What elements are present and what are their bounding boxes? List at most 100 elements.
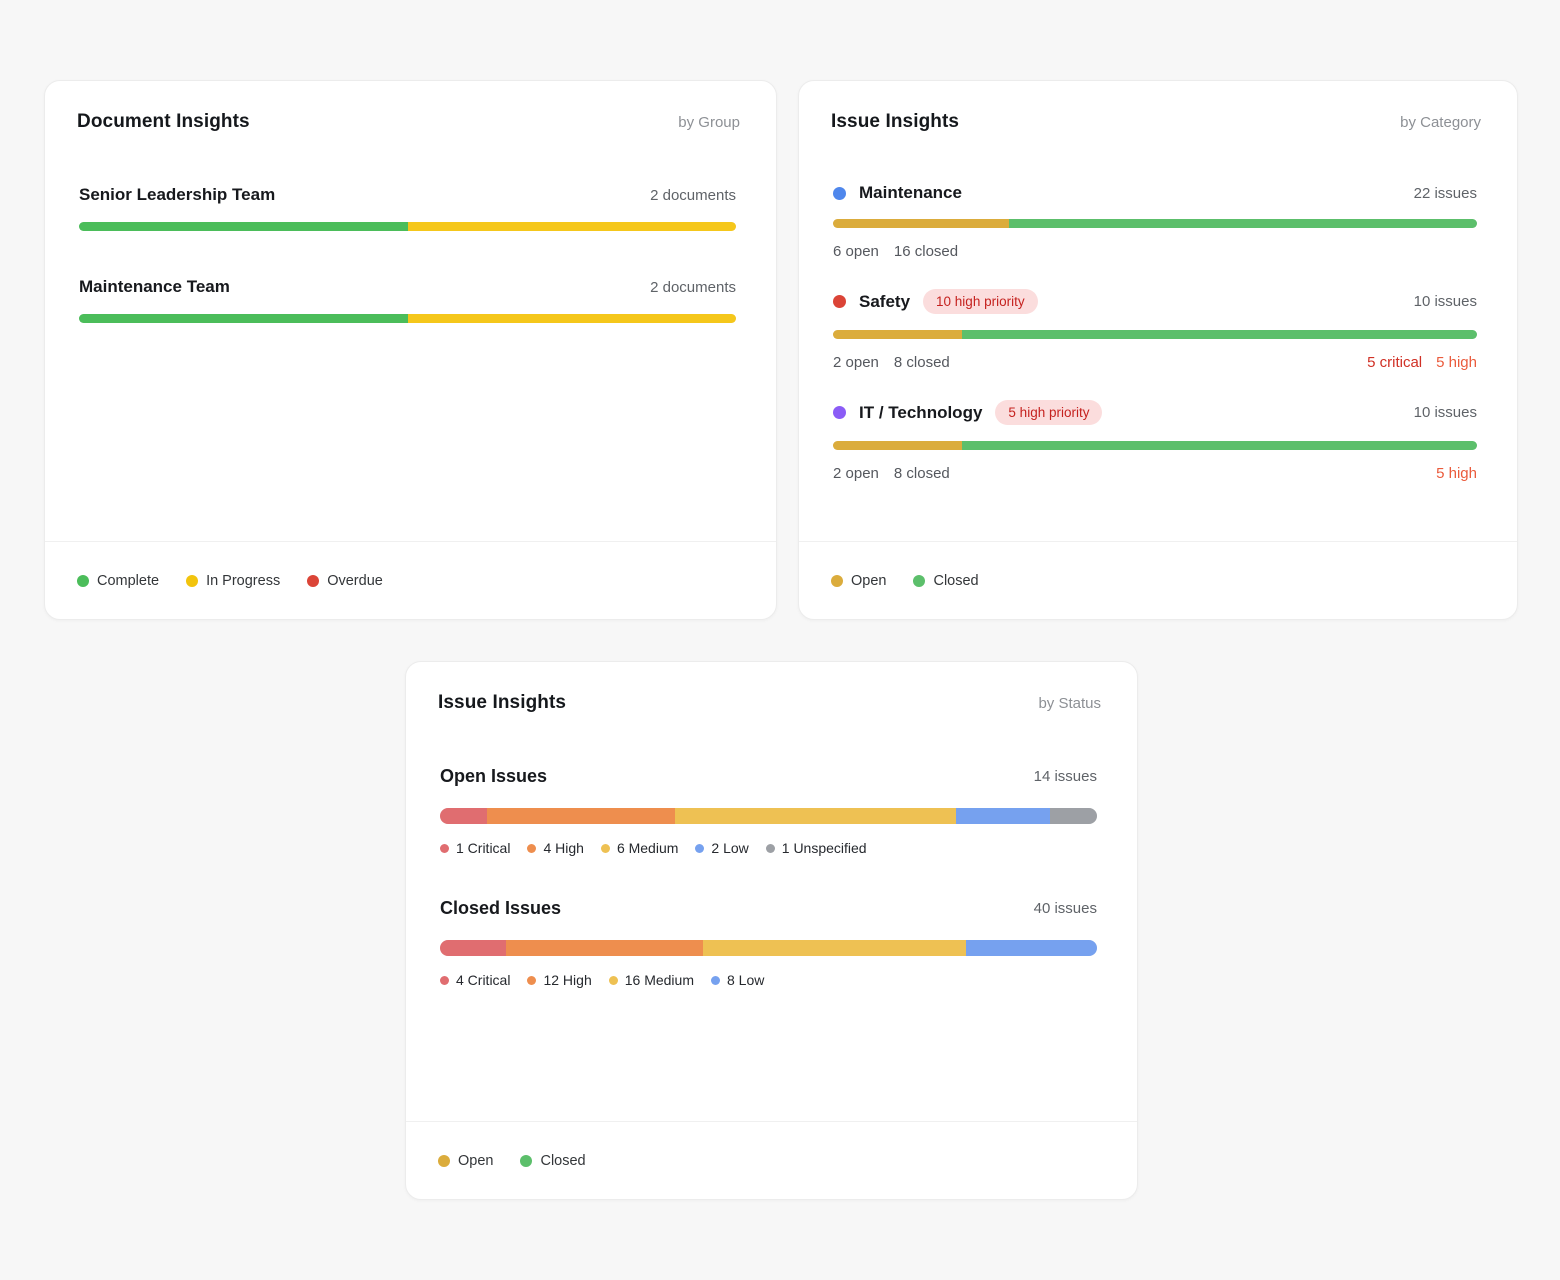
- legend-item-high: 12 High: [527, 972, 591, 988]
- open-closed-bar[interactable]: [833, 441, 1477, 450]
- high-dot-icon: [527, 976, 536, 985]
- legend-item-unspecified: 1 Unspecified: [766, 840, 867, 856]
- legend-label: 6 Medium: [617, 840, 678, 856]
- high-count: 5 high: [1436, 465, 1477, 482]
- card-legend: Open Closed: [799, 541, 1517, 619]
- complete-dot-icon: [77, 575, 89, 587]
- bar-segment: [506, 940, 703, 956]
- bar-segment: [79, 314, 408, 323]
- legend-item-closed: Closed: [913, 573, 978, 589]
- category-name: Maintenance: [859, 183, 962, 203]
- bar-segment: [956, 808, 1050, 824]
- high-dot-icon: [527, 844, 536, 853]
- category-name: IT / Technology: [859, 403, 982, 423]
- closed-dot-icon: [520, 1155, 532, 1167]
- critical-dot-icon: [440, 976, 449, 985]
- bar-segment: [1009, 219, 1477, 228]
- card-body: Open Issues 14 issues 1 Critical 4 High …: [406, 714, 1137, 1121]
- legend-item-complete: Complete: [77, 573, 159, 589]
- open-closed-bar[interactable]: [833, 330, 1477, 339]
- card-title: Issue Insights: [438, 692, 566, 714]
- bar-segment: [440, 808, 487, 824]
- document-status-bar[interactable]: [79, 314, 736, 323]
- group-row-senior-leadership: Senior Leadership Team 2 documents: [79, 185, 736, 231]
- legend-label: 4 Critical: [456, 972, 510, 988]
- legend-label: In Progress: [206, 573, 280, 589]
- bar-segment: [1050, 808, 1097, 824]
- legend-label: 1 Unspecified: [782, 840, 867, 856]
- legend-item-low: 2 Low: [695, 840, 748, 856]
- legend-item-medium: 16 Medium: [609, 972, 694, 988]
- priority-legend: 4 Critical 12 High 16 Medium 8 Low: [440, 972, 1097, 988]
- category-row-it-technology: IT / Technology 5 high priority 10 issue…: [833, 400, 1477, 482]
- legend-item-open: Open: [438, 1153, 493, 1169]
- card-header: Issue Insights by Category: [799, 81, 1517, 133]
- card-body: Maintenance 22 issues 6 open 16 closed S…: [799, 133, 1517, 541]
- legend-item-open: Open: [831, 573, 886, 589]
- low-dot-icon: [695, 844, 704, 853]
- closed-count: 8 closed: [894, 465, 950, 482]
- issue-count: 40 issues: [1034, 900, 1097, 917]
- priority-stacked-bar[interactable]: [440, 808, 1097, 824]
- card-subtitle-by-status: by Status: [1038, 695, 1101, 712]
- card-title: Document Insights: [77, 111, 250, 133]
- group-row-maintenance-team: Maintenance Team 2 documents: [79, 277, 736, 323]
- legend-item-medium: 6 Medium: [601, 840, 678, 856]
- document-count: 2 documents: [650, 187, 736, 204]
- legend-item-closed: Closed: [520, 1153, 585, 1169]
- bar-segment: [408, 222, 737, 231]
- open-closed-bar[interactable]: [833, 219, 1477, 228]
- issue-count: 10 issues: [1414, 293, 1477, 310]
- legend-item-in-progress: In Progress: [186, 573, 280, 589]
- priority-legend: 1 Critical 4 High 6 Medium 2 Low 1 Unspe…: [440, 840, 1097, 856]
- critical-dot-icon: [440, 844, 449, 853]
- in-progress-dot-icon: [186, 575, 198, 587]
- high-count: 5 high: [1436, 354, 1477, 371]
- bar-segment: [675, 808, 957, 824]
- priority-stacked-bar[interactable]: [440, 940, 1097, 956]
- high-priority-badge: 5 high priority: [995, 400, 1102, 425]
- legend-label: 12 High: [543, 972, 591, 988]
- issue-insights-category-card: Issue Insights by Category Maintenance 2…: [798, 80, 1518, 620]
- status-name: Closed Issues: [440, 898, 561, 919]
- legend-label: 1 Critical: [456, 840, 510, 856]
- status-row-open: Open Issues 14 issues 1 Critical 4 High …: [440, 766, 1097, 856]
- unspecified-dot-icon: [766, 844, 775, 853]
- card-body: Senior Leadership Team 2 documents Maint…: [45, 133, 776, 541]
- bar-segment: [487, 808, 675, 824]
- maintenance-category-dot-icon: [833, 187, 846, 200]
- document-status-bar[interactable]: [79, 222, 736, 231]
- closed-count: 16 closed: [894, 243, 958, 260]
- legend-item-critical: 1 Critical: [440, 840, 510, 856]
- legend-label: Open: [458, 1153, 493, 1169]
- closed-count: 8 closed: [894, 354, 950, 371]
- legend-item-high: 4 High: [527, 840, 583, 856]
- card-legend: Complete In Progress Overdue: [45, 541, 776, 619]
- legend-item-critical: 4 Critical: [440, 972, 510, 988]
- medium-dot-icon: [601, 844, 610, 853]
- status-name: Open Issues: [440, 766, 547, 787]
- closed-dot-icon: [913, 575, 925, 587]
- bar-segment: [833, 330, 962, 339]
- legend-item-low: 8 Low: [711, 972, 764, 988]
- legend-label: 4 High: [543, 840, 583, 856]
- legend-label: 16 Medium: [625, 972, 694, 988]
- card-header: Issue Insights by Status: [406, 662, 1137, 714]
- legend-label: Open: [851, 573, 886, 589]
- document-count: 2 documents: [650, 279, 736, 296]
- open-count: 6 open: [833, 243, 879, 260]
- medium-dot-icon: [609, 976, 618, 985]
- high-priority-badge: 10 high priority: [923, 289, 1038, 314]
- category-row-safety: Safety 10 high priority 10 issues 2 open…: [833, 289, 1477, 371]
- issue-count: 14 issues: [1034, 768, 1097, 785]
- open-count: 2 open: [833, 465, 879, 482]
- legend-label: Complete: [97, 573, 159, 589]
- issue-count: 22 issues: [1414, 185, 1477, 202]
- status-row-closed: Closed Issues 40 issues 4 Critical 12 Hi…: [440, 898, 1097, 988]
- open-count: 2 open: [833, 354, 879, 371]
- it-category-dot-icon: [833, 406, 846, 419]
- critical-count: 5 critical: [1367, 354, 1422, 371]
- group-name: Senior Leadership Team: [79, 185, 275, 205]
- card-subtitle-by-group: by Group: [678, 114, 740, 131]
- bar-segment: [408, 314, 737, 323]
